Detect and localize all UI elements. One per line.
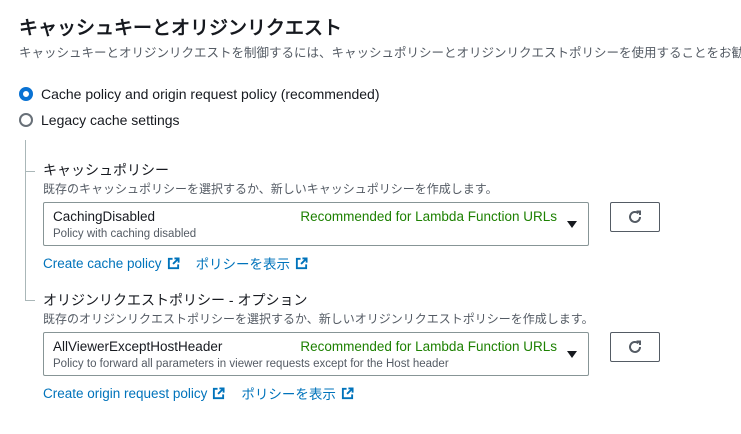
radio-selected-icon[interactable]: [19, 87, 33, 101]
cache-policy-label: キャッシュポリシー: [43, 162, 169, 178]
origin-request-policy-select[interactable]: AllViewerExceptHostHeader Policy to forw…: [43, 332, 589, 376]
radio-label: Legacy cache settings: [41, 112, 180, 128]
view-cache-policy-link[interactable]: ポリシーを表示: [196, 253, 309, 273]
origin-request-policy-description: 既存のオリジンリクエストポリシーを選択するか、新しいオリジンリクエストポリシーを…: [43, 312, 594, 326]
cache-policy-select[interactable]: CachingDisabled Policy with caching disa…: [43, 202, 589, 246]
tree-connector-line: [25, 140, 26, 301]
external-link-icon: [167, 256, 180, 269]
refresh-icon: [629, 340, 641, 353]
cache-policy-description: 既存のキャッシュポリシーを選択するか、新しいキャッシュポリシーを作成します。: [43, 182, 498, 196]
cache-key-origin-request-panel: キャッシュキーとオリジンリクエスト キャッシュキーとオリジンリクエストを制御する…: [0, 0, 741, 434]
create-origin-request-policy-link[interactable]: Create origin request policy: [43, 386, 225, 401]
cache-policy-selected-description: Policy with caching disabled: [53, 228, 197, 240]
radio-unselected-icon[interactable]: [19, 113, 33, 127]
create-cache-policy-link[interactable]: Create cache policy: [43, 256, 180, 271]
origin-request-policy-refresh-button[interactable]: [610, 332, 660, 362]
view-origin-request-policy-link-text: ポリシーを表示: [241, 387, 336, 402]
caret-down-icon: [567, 221, 577, 228]
section-title: キャッシュキーとオリジンリクエスト: [19, 18, 343, 39]
radio-option-legacy-cache[interactable]: Legacy cache settings: [19, 112, 180, 128]
origin-request-policy-recommended-tag: Recommended for Lambda Function URLs: [300, 339, 557, 354]
tree-connector-branch: [25, 300, 35, 301]
external-link-icon: [213, 386, 225, 399]
origin-request-policy-selected-value: AllViewerExceptHostHeader: [53, 339, 223, 354]
origin-request-policy-links: Create origin request policy ポリシーを表示: [43, 383, 354, 403]
section-description: キャッシュキーとオリジンリクエストを制御するには、キャッシュポリシーとオリジンリ…: [19, 46, 741, 60]
tree-connector-branch: [25, 171, 35, 172]
create-cache-policy-link-text: Create cache policy: [43, 255, 162, 271]
origin-request-policy-label: オリジンリクエストポリシー - オプション: [43, 292, 308, 308]
external-link-icon: [341, 386, 354, 399]
radio-option-cache-policy[interactable]: Cache policy and origin request policy (…: [19, 86, 380, 102]
caret-down-icon: [567, 351, 577, 358]
cache-policy-selected-value: CachingDisabled: [53, 209, 156, 224]
radio-label: Cache policy and origin request policy (…: [41, 86, 380, 102]
refresh-icon: [629, 210, 641, 223]
external-link-icon: [295, 256, 308, 269]
cache-policy-links: Create cache policy ポリシーを表示: [43, 253, 308, 273]
view-origin-request-policy-link[interactable]: ポリシーを表示: [241, 383, 354, 403]
cache-policy-recommended-tag: Recommended for Lambda Function URLs: [300, 209, 557, 224]
create-origin-request-policy-link-text: Create origin request policy: [43, 385, 208, 401]
origin-request-policy-selected-description: Policy to forward all parameters in view…: [53, 358, 449, 370]
cache-policy-refresh-button[interactable]: [610, 202, 660, 232]
view-cache-policy-link-text: ポリシーを表示: [195, 257, 291, 272]
